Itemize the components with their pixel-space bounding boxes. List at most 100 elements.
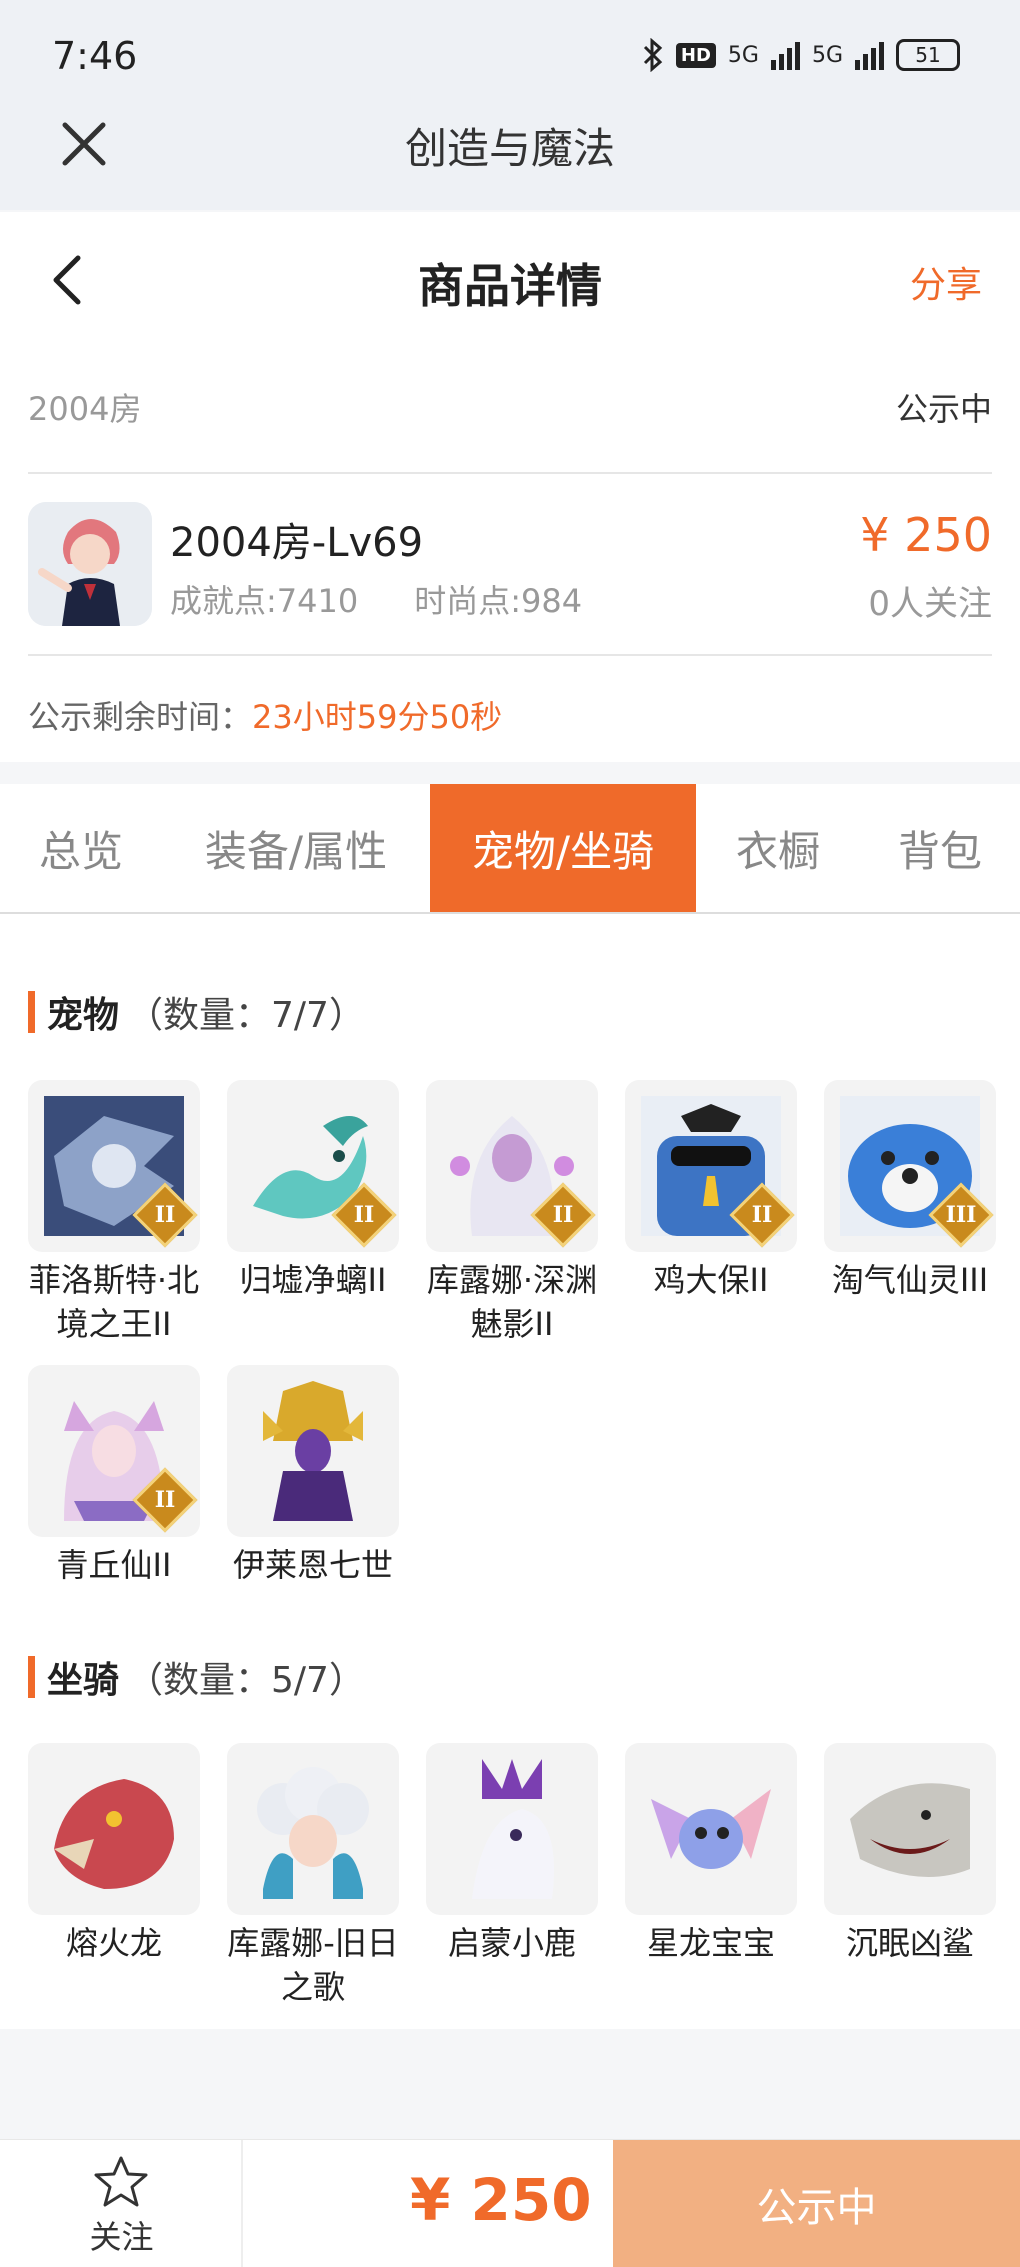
bluetooth-icon	[643, 38, 663, 72]
section-accent-bar	[28, 991, 35, 1033]
divider	[28, 472, 992, 474]
pet-thumbnail: II	[426, 1080, 598, 1252]
mount-name: 熔火龙	[65, 1924, 162, 1962]
character-avatar-icon	[28, 502, 152, 626]
mounts-heading: 坐骑	[47, 1660, 120, 1701]
mount-tile[interactable]: 星龙宝宝	[625, 1743, 797, 1965]
pet-name: 淘气仙灵III	[831, 1261, 989, 1299]
pet-name: 归墟净螭II	[239, 1261, 387, 1299]
signal-icon-2	[855, 40, 884, 70]
shark-icon	[840, 1759, 980, 1899]
remaining-time-label: 公示剩余时间：	[28, 698, 253, 736]
pet-tile[interactable]: III 淘气仙灵III	[824, 1080, 996, 1302]
pet-name: 伊莱恩七世	[232, 1546, 393, 1584]
pet-name: 库露娜·深渊魅影II	[426, 1261, 598, 1343]
pet-name: 菲洛斯特·北境之王II	[28, 1261, 200, 1343]
page-header: 商品详情 分享	[0, 212, 1020, 342]
mount-tile[interactable]: 沉眠凶鲨	[824, 1743, 996, 1965]
bottom-price: ¥ 250	[410, 2166, 592, 2234]
remaining-time-value: 23小时59分50秒	[252, 698, 503, 736]
pets-count: （数量：7/7）	[127, 995, 365, 1036]
tab-equipment[interactable]: 装备/属性	[162, 784, 430, 912]
mount-tile[interactable]: 库露娜-旧日之歌	[227, 1743, 399, 2009]
mounts-count: （数量：5/7）	[127, 1660, 365, 1701]
pet-tile[interactable]: II 归墟净螭II	[227, 1080, 399, 1302]
pet-name: 青丘仙II	[56, 1546, 172, 1584]
pets-section-title: 宠物 （数量：7/7）	[28, 986, 365, 1038]
tab-bar: 总览 装备/属性 宠物/坐骑 衣橱 背包	[0, 784, 1020, 914]
tab-pets-mounts[interactable]: 宠物/坐骑	[430, 784, 696, 912]
tier-badge-text: II	[751, 1202, 773, 1228]
mount-tile[interactable]: 启蒙小鹿	[426, 1743, 598, 1965]
item-stats: 成就点:7410 时尚点:984	[170, 576, 582, 622]
tab-backpack[interactable]: 背包	[860, 784, 1020, 912]
item-price: ¥ 250	[860, 508, 992, 562]
pet-thumbnail: III	[824, 1080, 996, 1252]
mount-thumbnail	[28, 1743, 200, 1915]
pet-thumbnail	[227, 1365, 399, 1537]
mount-name: 星龙宝宝	[646, 1924, 775, 1962]
pets-heading: 宠物	[47, 995, 120, 1036]
follow-label: 关注	[89, 2218, 154, 2256]
remaining-time: 公示剩余时间：23小时59分50秒	[28, 692, 502, 738]
mount-thumbnail	[824, 1743, 996, 1915]
cloud-girl-icon	[243, 1759, 383, 1899]
mount-name: 启蒙小鹿	[447, 1924, 576, 1962]
pet-tile[interactable]: II 青丘仙II	[28, 1365, 200, 1587]
achievement-points: 成就点:7410	[170, 582, 359, 620]
tier-badge-text: II	[353, 1202, 375, 1228]
pets-mounts-panel: 宠物 （数量：7/7） II 菲洛斯特·北境之王II II 归墟净螭II II …	[0, 914, 1020, 2029]
app-bar: 创造与魔法	[0, 95, 1020, 210]
room-name: 2004房	[28, 390, 142, 428]
pet-thumbnail: II	[28, 1080, 200, 1252]
pharaoh-queen-icon	[243, 1381, 383, 1521]
star-dragon-icon	[641, 1759, 781, 1899]
section-accent-bar	[28, 1656, 35, 1698]
fashion-points: 时尚点:984	[414, 582, 583, 620]
listing-info-card: 2004房 公示中 2004房-Lv69 成就点:7410 时尚点:984 ¥ …	[0, 342, 1020, 762]
public-status-button[interactable]: 公示中	[613, 2140, 1020, 2267]
white-deer-icon	[442, 1759, 582, 1899]
bottom-action-bar: 关注 ¥ 250 公示中	[0, 2139, 1020, 2267]
item-title: 2004房-Lv69	[170, 520, 424, 566]
avatar	[28, 502, 152, 626]
network-5g-label-2: 5G	[811, 42, 843, 68]
pet-tile[interactable]: II 库露娜·深渊魅影II	[426, 1080, 598, 1346]
share-button[interactable]: 分享	[910, 256, 982, 308]
hd-badge: HD	[675, 42, 716, 68]
mount-thumbnail	[426, 1743, 598, 1915]
divider	[28, 654, 992, 656]
pet-tile[interactable]: 伊莱恩七世	[227, 1365, 399, 1587]
mount-name: 库露娜-旧日之歌	[227, 1924, 399, 2006]
star-icon	[94, 2156, 148, 2207]
tier-badge-text: III	[945, 1202, 977, 1228]
tier-badge-text: II	[154, 1487, 176, 1513]
pet-tile[interactable]: II 鸡大保II	[625, 1080, 797, 1302]
status-bar: 7:46 HD 5G 5G 51	[0, 0, 1020, 110]
mounts-section-title: 坐骑 （数量：5/7）	[28, 1651, 365, 1703]
pet-thumbnail: II	[28, 1365, 200, 1537]
watcher-count: 0人关注	[868, 584, 992, 624]
pet-name: 鸡大保II	[653, 1261, 769, 1299]
mount-thumbnail	[227, 1743, 399, 1915]
listing-status: 公示中	[895, 390, 992, 428]
battery-icon: 51	[896, 39, 960, 71]
pet-tile[interactable]: II 菲洛斯特·北境之王II	[28, 1080, 200, 1346]
pet-thumbnail: II	[625, 1080, 797, 1252]
app-title: 创造与魔法	[404, 124, 615, 173]
status-icons: HD 5G 5G 51	[642, 38, 960, 72]
mount-tile[interactable]: 熔火龙	[28, 1743, 200, 1965]
page-title: 商品详情	[418, 259, 602, 313]
status-time: 7:46	[52, 34, 138, 78]
tier-badge-text: II	[154, 1202, 176, 1228]
tab-overview[interactable]: 总览	[0, 784, 162, 912]
mount-name: 沉眠凶鲨	[845, 1924, 974, 1962]
mount-thumbnail	[625, 1743, 797, 1915]
signal-icon-1	[770, 40, 800, 70]
red-dragon-icon	[44, 1759, 184, 1899]
follow-button[interactable]: 关注	[0, 2140, 243, 2267]
tier-badge-text: II	[552, 1202, 574, 1228]
network-5g-label-1: 5G	[727, 42, 759, 68]
pet-thumbnail: II	[227, 1080, 399, 1252]
tab-wardrobe[interactable]: 衣橱	[696, 784, 860, 912]
